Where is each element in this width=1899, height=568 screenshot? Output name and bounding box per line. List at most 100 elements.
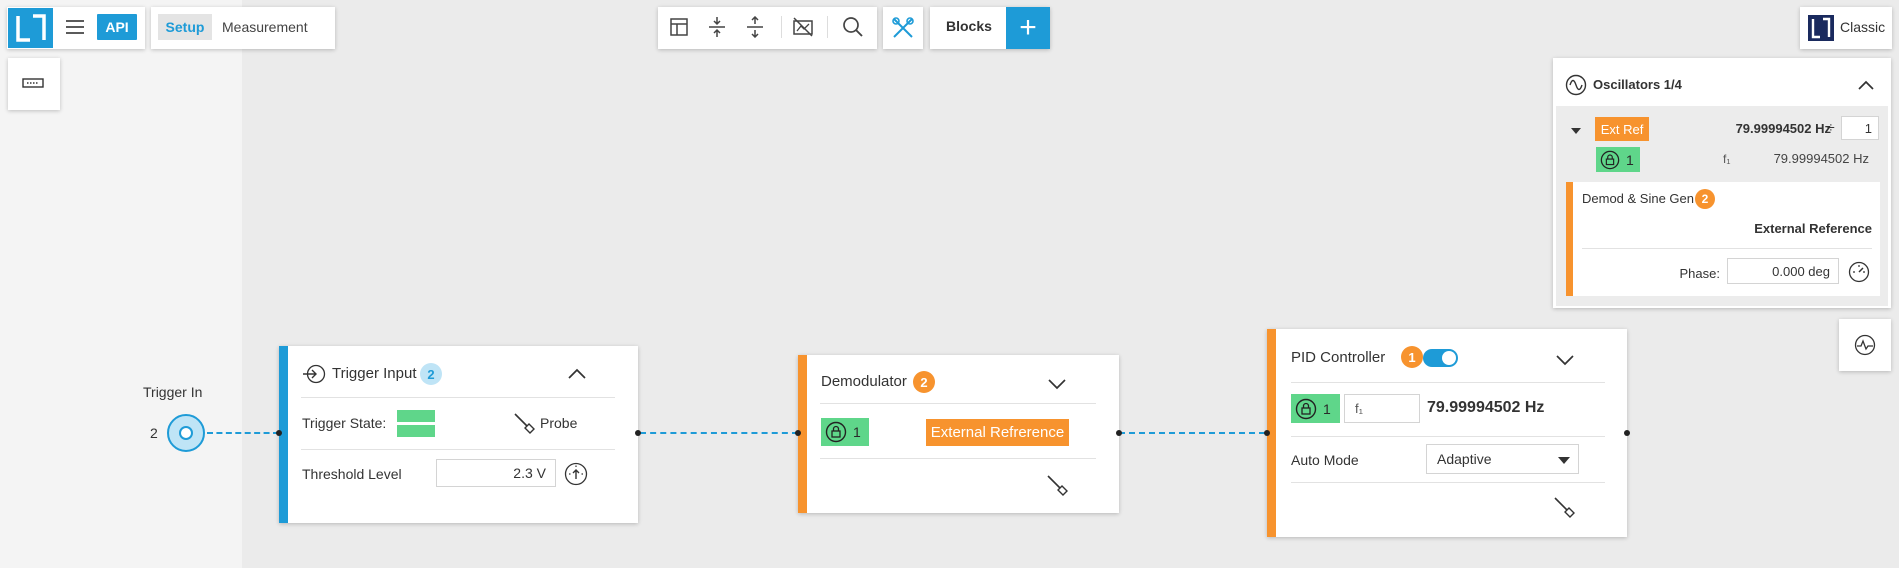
tools-icon xyxy=(890,15,916,41)
divider-input[interactable]: 1 xyxy=(1841,116,1879,140)
divider xyxy=(820,403,1096,404)
toolbar-divider xyxy=(827,16,828,38)
f1-value: 79.99994502 Hz xyxy=(1773,151,1869,166)
classic-label: Classic xyxy=(1840,19,1886,35)
tools-button[interactable] xyxy=(883,7,923,49)
demodulator-badge: 2 xyxy=(913,371,935,393)
pid-enable-toggle[interactable] xyxy=(1423,349,1458,367)
divider xyxy=(1291,382,1605,383)
chevron-down-icon[interactable] xyxy=(1043,370,1071,398)
pid-controller-block[interactable]: PID Controller 1 1 f₁ 79.99994502 Hz Aut… xyxy=(1267,329,1627,537)
f1-label: f₁ xyxy=(1723,152,1731,166)
toolbar-divider xyxy=(781,16,782,38)
threshold-input[interactable]: 2.3 V xyxy=(436,459,556,487)
left-panel-button[interactable] xyxy=(8,58,60,110)
lock-icon xyxy=(1295,398,1317,419)
phase-label: Phase: xyxy=(1679,266,1720,281)
trigger-input-title: Trigger Input xyxy=(332,365,417,382)
tab-measurement[interactable]: Measurement xyxy=(222,14,308,40)
pid-frequency-selector[interactable]: f₁ xyxy=(1344,394,1420,423)
trigger-state-label: Trigger State: xyxy=(302,415,387,431)
connector-pin xyxy=(179,426,193,440)
search-icon[interactable] xyxy=(840,14,866,40)
blocks-button[interactable]: Blocks xyxy=(946,18,992,34)
demod-sine-gen-card: Demod & Sine Gen 2 External Reference Ph… xyxy=(1566,182,1880,296)
caret-down-icon xyxy=(1558,457,1570,464)
pid-lock-badge: 1 xyxy=(1291,394,1340,423)
connection-line xyxy=(640,432,798,434)
gauge-icon[interactable] xyxy=(1847,260,1871,284)
ext-ref-tag[interactable]: Ext Ref xyxy=(1595,117,1649,141)
input-port[interactable] xyxy=(1264,430,1270,436)
classic-logo-icon xyxy=(1808,15,1834,41)
oscillator-lock-value: 1 xyxy=(1626,151,1634,168)
scope-icon xyxy=(1853,333,1877,357)
api-button[interactable]: API xyxy=(97,14,137,40)
oscillator-frequency: 79.99994502 Hz xyxy=(1735,121,1831,136)
auto-mode-label: Auto Mode xyxy=(1291,452,1359,468)
trigger-input-icon xyxy=(301,362,327,386)
divider xyxy=(820,458,1096,459)
chevron-up-icon[interactable] xyxy=(1853,72,1879,98)
oscillators-panel: Oscillators 1/4 Ext Ref 79.99994502 Hz ÷… xyxy=(1553,58,1891,308)
pid-lock-value: 1 xyxy=(1323,400,1331,417)
trigger-state-indicator-low xyxy=(397,425,435,437)
output-port[interactable] xyxy=(635,430,641,436)
demod-card-badge: 2 xyxy=(1695,189,1715,209)
divide-symbol: ÷ xyxy=(1827,119,1835,135)
menu-icon[interactable] xyxy=(62,16,88,38)
toggle-knob xyxy=(1442,351,1456,365)
divider xyxy=(1291,482,1605,483)
input-port[interactable] xyxy=(795,430,801,436)
trigger-in-label: Trigger In xyxy=(143,384,203,400)
trigger-in-number: 2 xyxy=(150,425,158,441)
right-panel-button[interactable] xyxy=(1839,319,1891,371)
collapse-vertical-icon[interactable] xyxy=(704,14,730,40)
classic-button[interactable]: Classic xyxy=(1800,7,1892,49)
pid-title: PID Controller xyxy=(1291,349,1386,366)
external-reference-tag[interactable]: External Refrerence xyxy=(926,419,1069,446)
phase-input[interactable]: 0.000 deg xyxy=(1727,258,1839,284)
probe-icon[interactable] xyxy=(511,410,537,436)
demodulator-lock-value: 1 xyxy=(853,424,861,440)
oscillator-icon xyxy=(1565,74,1587,96)
divider xyxy=(1582,248,1872,249)
tab-setup[interactable]: Setup xyxy=(158,14,212,40)
connection-line xyxy=(207,432,279,434)
pid-frequency-value: 79.99994502 Hz xyxy=(1427,399,1545,416)
logo-icon xyxy=(15,14,46,42)
demodulator-title: Demodulator xyxy=(821,373,907,390)
output-port[interactable] xyxy=(1116,430,1122,436)
gauge-icon[interactable] xyxy=(563,461,589,487)
trigger-input-badge: 2 xyxy=(420,363,442,385)
connection-line xyxy=(1119,432,1265,434)
probe-label[interactable]: Probe xyxy=(540,415,577,431)
divider xyxy=(1291,436,1605,437)
trigger-in-connector[interactable] xyxy=(167,414,205,452)
input-port[interactable] xyxy=(276,430,282,436)
caret-down-icon[interactable] xyxy=(1569,124,1583,138)
oscillators-title: Oscillators 1/4 xyxy=(1593,77,1682,92)
chevron-down-icon[interactable] xyxy=(1551,346,1579,374)
divider xyxy=(301,397,615,398)
trigger-input-block[interactable]: Trigger Input 2 Trigger State: Probe Thr… xyxy=(279,346,638,523)
divider xyxy=(301,449,615,450)
lock-icon xyxy=(1600,150,1620,169)
layout-icon[interactable] xyxy=(666,14,692,40)
hide-graph-icon[interactable] xyxy=(790,14,816,40)
output-port[interactable] xyxy=(1624,430,1630,436)
keyboard-icon xyxy=(21,75,45,91)
threshold-label: Threshold Level xyxy=(302,466,402,482)
probe-icon[interactable] xyxy=(1044,472,1070,498)
demodulator-block[interactable]: Demodulator 2 1 External Refrerence xyxy=(798,355,1119,513)
demodulator-lock-badge: 1 xyxy=(821,418,869,446)
oscillator-lock-badge: 1 xyxy=(1596,147,1640,172)
add-block-button[interactable]: + xyxy=(1006,7,1050,49)
expand-vertical-icon[interactable] xyxy=(742,14,768,40)
chevron-up-icon[interactable] xyxy=(563,360,591,388)
lock-icon xyxy=(825,421,847,443)
probe-icon[interactable] xyxy=(1551,494,1577,520)
trigger-state-indicator-high xyxy=(397,410,435,422)
auto-mode-select[interactable]: Adaptive xyxy=(1426,444,1579,474)
demod-card-bar xyxy=(1566,182,1573,296)
